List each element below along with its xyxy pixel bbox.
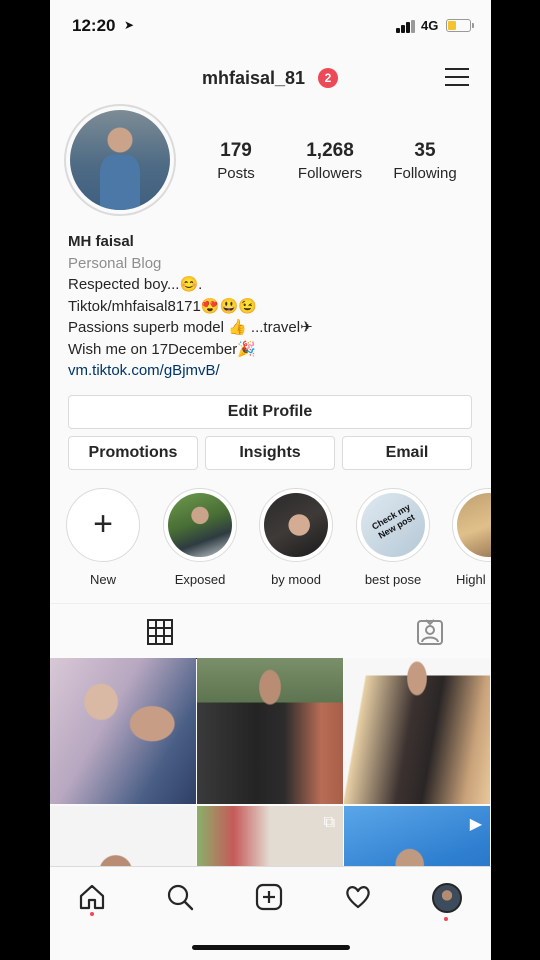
status-bar: 12:20 ➤ 4G bbox=[50, 0, 491, 52]
post-thumbnail[interactable] bbox=[50, 658, 196, 804]
highlight-label: Exposed bbox=[174, 572, 226, 587]
following-stat[interactable]: 35 Following bbox=[375, 140, 475, 182]
followers-label: Followers bbox=[297, 165, 363, 182]
highlight-ring bbox=[259, 488, 333, 562]
profile-header: mhfaisal_81 2 bbox=[50, 58, 491, 98]
location-arrow-icon: ➤ bbox=[124, 18, 135, 32]
post-thumbnail[interactable] bbox=[344, 658, 490, 804]
notification-badge[interactable]: 2 bbox=[318, 68, 338, 88]
highlight-exposed[interactable]: Exposed bbox=[157, 488, 243, 587]
plus-icon: + bbox=[93, 505, 113, 543]
highlight-thumbnail bbox=[264, 493, 328, 557]
search-icon bbox=[167, 884, 194, 911]
bio-link[interactable]: vm.tiktok.com/gBjmvB/ bbox=[68, 360, 478, 382]
profile-notification-dot bbox=[444, 917, 448, 921]
following-label: Following bbox=[393, 165, 457, 182]
highlight-best-pose[interactable]: Check my New post best pose bbox=[350, 488, 436, 587]
highlight-thumbnail bbox=[457, 493, 491, 557]
network-type: 4G bbox=[421, 18, 439, 33]
profile-tabs bbox=[50, 603, 491, 659]
profile-avatar[interactable] bbox=[64, 104, 176, 216]
grid-icon bbox=[147, 619, 173, 645]
nav-profile[interactable] bbox=[426, 877, 466, 921]
display-name: MH faisal bbox=[68, 233, 134, 250]
promotions-button[interactable]: Promotions bbox=[68, 436, 198, 470]
highlight-label: by mood bbox=[271, 572, 321, 587]
highlight-thumbnail bbox=[168, 493, 232, 557]
story-highlights: + New Exposed by mood Check my New post … bbox=[50, 488, 491, 593]
nav-new-post[interactable] bbox=[249, 877, 289, 917]
highlight-highl[interactable]: Highl bbox=[446, 488, 491, 587]
bio-line: Passions superb model 👍 ...travel✈ bbox=[68, 319, 313, 336]
tagged-person-icon bbox=[417, 619, 443, 645]
home-icon bbox=[79, 884, 105, 910]
bio-line: Tiktok/mhfaisal8171😍😃😉 bbox=[68, 297, 257, 315]
post-thumbnail[interactable] bbox=[197, 658, 343, 804]
nav-activity[interactable] bbox=[338, 877, 378, 917]
highlight-ring: + bbox=[66, 488, 140, 562]
highlight-label: best pose bbox=[364, 572, 422, 587]
tab-grid[interactable] bbox=[50, 604, 270, 659]
posts-count: 179 bbox=[220, 140, 252, 161]
plus-square-icon bbox=[255, 883, 283, 911]
followers-stat[interactable]: 1,268 Followers bbox=[280, 140, 380, 182]
video-play-icon: ▶ bbox=[469, 816, 482, 833]
hamburger-menu-icon[interactable] bbox=[445, 66, 469, 88]
nav-search[interactable] bbox=[160, 877, 200, 917]
highlight-label: New bbox=[89, 572, 116, 587]
multiple-posts-icon: ⧉ bbox=[323, 814, 335, 831]
profile-bio: MH faisal Personal Blog Respected boy...… bbox=[68, 231, 478, 382]
highlight-ring bbox=[163, 488, 237, 562]
bio-line: Respected boy...😊. bbox=[68, 276, 203, 293]
nav-home[interactable] bbox=[72, 877, 112, 917]
profile-avatar-icon bbox=[432, 883, 462, 913]
tab-tagged[interactable] bbox=[270, 604, 490, 659]
bio-line: Wish me on 17December🎉 bbox=[68, 340, 256, 358]
highlight-by-mood[interactable]: by mood bbox=[253, 488, 339, 587]
home-notification-dot bbox=[90, 912, 94, 916]
account-category: Personal Blog bbox=[68, 254, 162, 272]
signal-icon bbox=[396, 20, 418, 33]
highlight-ring: Check my New post bbox=[356, 488, 430, 562]
highlight-new[interactable]: + New bbox=[60, 488, 146, 587]
posts-stat[interactable]: 179 Posts bbox=[186, 140, 286, 182]
following-count: 35 bbox=[414, 140, 436, 161]
edit-profile-button[interactable]: Edit Profile bbox=[68, 395, 472, 429]
highlight-ring bbox=[452, 488, 491, 562]
heart-icon bbox=[346, 886, 370, 909]
posts-grid: ⧉ ▶ bbox=[50, 658, 491, 952]
bottom-navigation bbox=[50, 866, 491, 960]
highlight-thumbnail: Check my New post bbox=[361, 493, 425, 557]
followers-count: 1,268 bbox=[306, 140, 354, 161]
highlight-label: Highl bbox=[456, 572, 486, 587]
profile-photo bbox=[70, 110, 170, 210]
battery-icon bbox=[446, 19, 474, 32]
home-indicator[interactable] bbox=[192, 945, 350, 950]
username-title[interactable]: mhfaisal_81 bbox=[202, 68, 305, 89]
status-time: 12:20 bbox=[72, 16, 116, 35]
posts-label: Posts bbox=[217, 165, 255, 182]
email-button[interactable]: Email bbox=[342, 436, 472, 470]
highlight-overlay-text: Check my New post bbox=[370, 501, 417, 541]
insights-button[interactable]: Insights bbox=[205, 436, 335, 470]
instagram-profile-screen: 12:20 ➤ 4G mhfaisal_81 2 179 Posts 1,268… bbox=[50, 0, 491, 960]
